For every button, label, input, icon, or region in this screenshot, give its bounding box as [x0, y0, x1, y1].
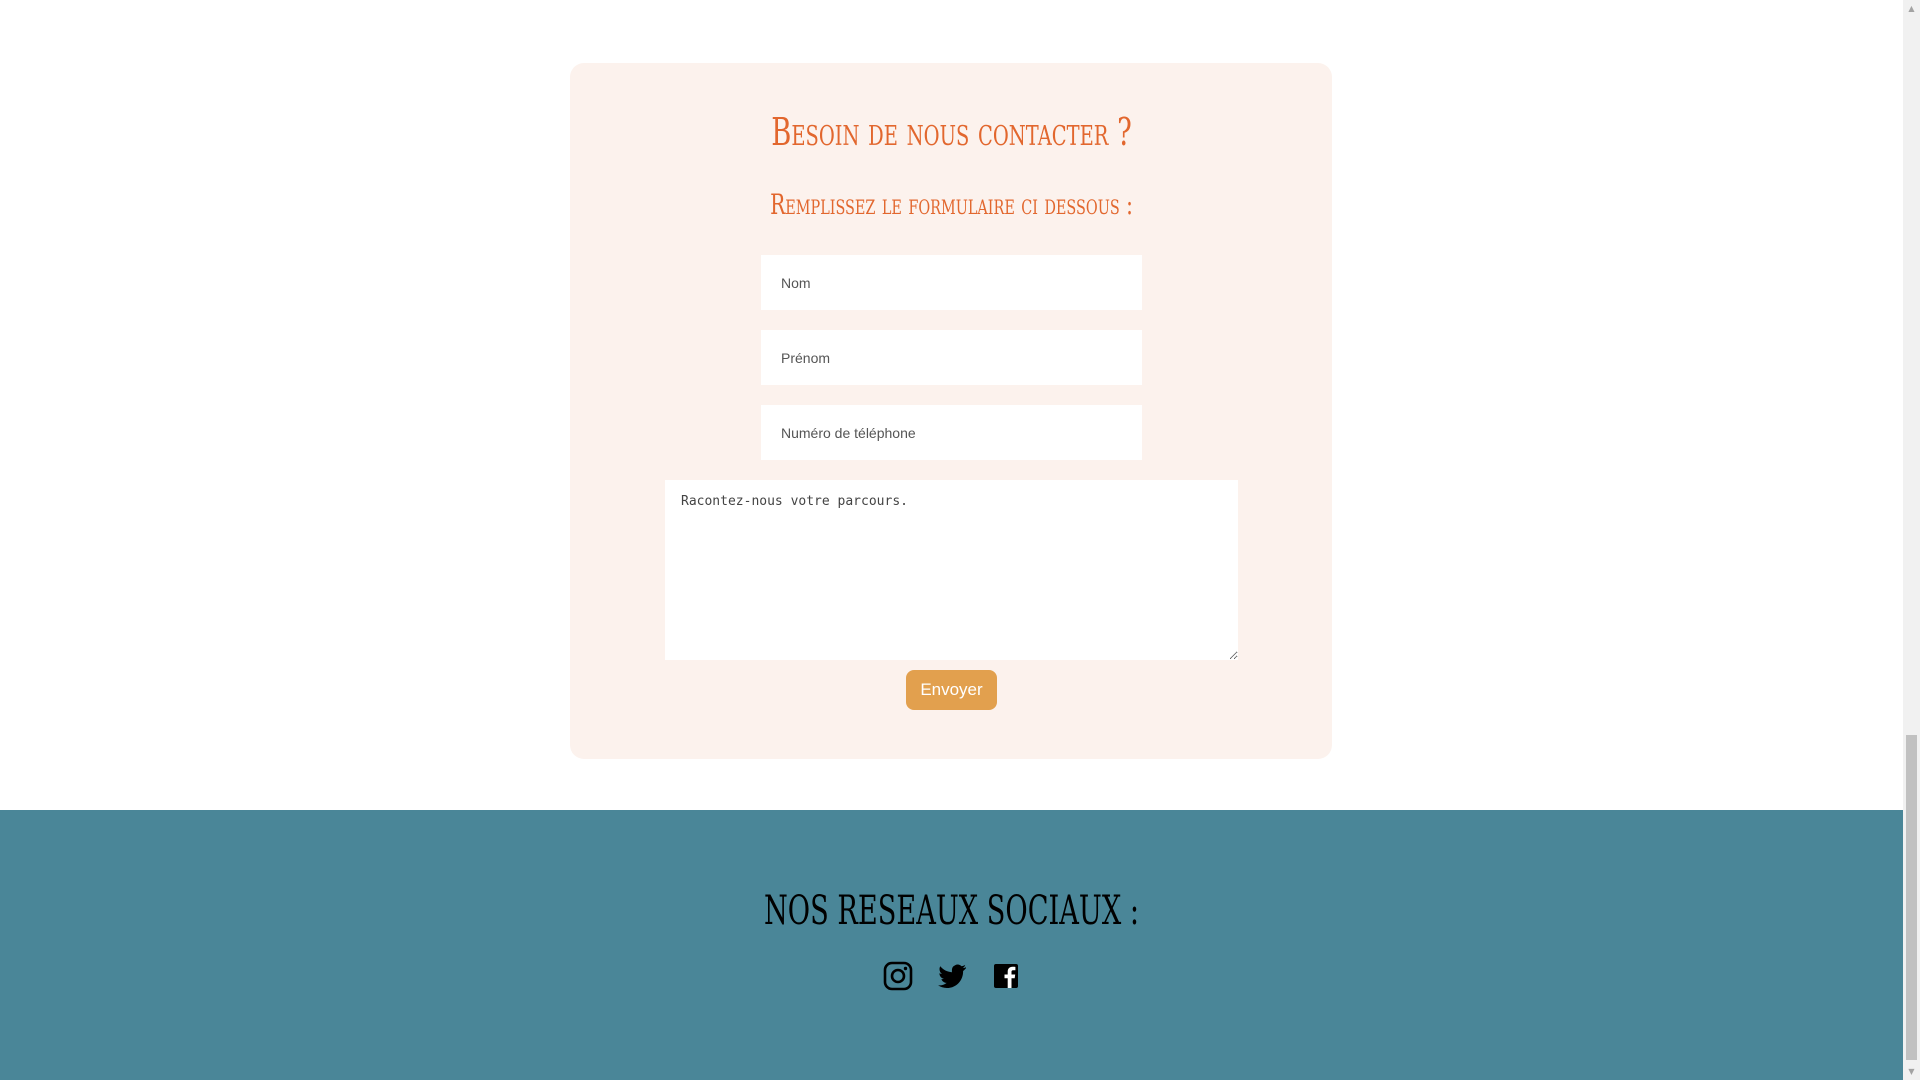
social-icons: [0, 960, 1903, 992]
vertical-scrollbar[interactable]: ▲ ▼: [1903, 0, 1920, 1080]
footer: NOS RESEAUX SOCIAUX :: [0, 810, 1903, 1080]
social-title: NOS RESEAUX SOCIAUX :: [763, 888, 1139, 934]
page: Besoin de nous contacter ? Remplissez le…: [0, 0, 1920, 1080]
scroll-down-icon[interactable]: ▼: [1903, 1063, 1920, 1080]
scroll-thumb[interactable]: [1906, 735, 1917, 1060]
main-content: Besoin de nous contacter ? Remplissez le…: [0, 0, 1903, 1080]
nom-field[interactable]: [761, 255, 1142, 310]
scroll-up-icon[interactable]: ▲: [1903, 0, 1920, 17]
prenom-field[interactable]: [761, 330, 1142, 385]
twitter-icon: [936, 960, 968, 992]
twitter-link[interactable]: [936, 960, 968, 992]
facebook-link[interactable]: [990, 960, 1022, 992]
send-button[interactable]: Envoyer: [906, 670, 997, 710]
message-textarea[interactable]: [665, 480, 1238, 660]
instagram-link[interactable]: [882, 960, 914, 992]
facebook-icon: [990, 960, 1022, 992]
instagram-icon: [882, 960, 914, 992]
contact-title: Besoin de nous contacter ?: [771, 110, 1132, 154]
telephone-field[interactable]: [761, 405, 1142, 460]
contact-subtitle: Remplissez le formulaire ci dessous :: [770, 188, 1133, 221]
